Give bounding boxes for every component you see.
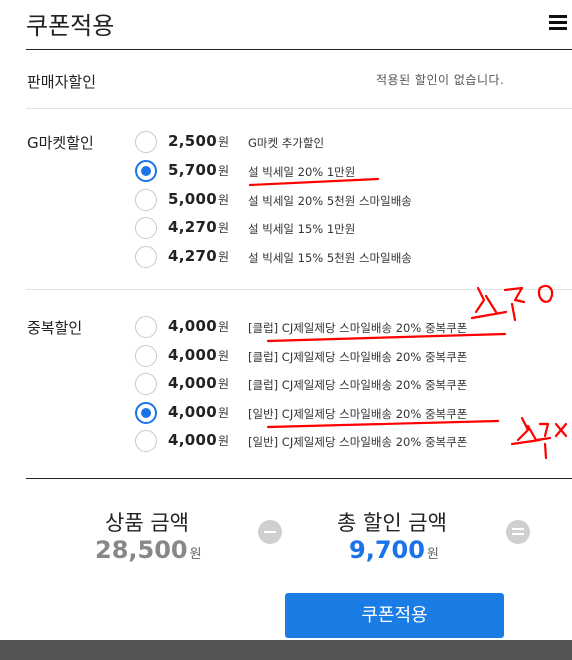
coupon-description: 설 빅세일 20% 5천원 스마일배송	[248, 194, 412, 208]
won-unit: 원	[217, 193, 230, 207]
duplicate-discount-label: 중복할인	[27, 319, 83, 337]
header-divider	[26, 49, 572, 50]
summary-divider	[26, 478, 572, 479]
coupon-amount-number: 4,270	[168, 218, 217, 236]
won-unit: 원	[217, 377, 230, 391]
coupon-amount-number: 5,000	[168, 190, 217, 208]
product-amount-number: 28,500	[95, 536, 188, 564]
hamburger-menu-icon[interactable]	[549, 15, 567, 31]
header: 쿠폰적용	[0, 0, 572, 50]
coupon-option[interactable]: 4,000원 [일반] CJ제일제당 스마일배송 20% 중복쿠폰	[135, 429, 565, 455]
radio-checked[interactable]	[135, 402, 157, 424]
coupon-amount: 4,270원	[168, 218, 229, 236]
scribble-mark	[503, 286, 526, 304]
coupon-amount-number: 5,700	[168, 161, 217, 179]
apply-coupon-button[interactable]: 쿠폰적용	[285, 593, 504, 638]
coupon-option[interactable]: 5,700원 설 빅세일 20% 1만원	[135, 159, 565, 185]
total-discount-label: 총 할인 금액	[337, 511, 447, 535]
coupon-description: G마켓 추가할인	[248, 136, 325, 150]
bottom-bar	[0, 640, 572, 660]
radio-unchecked[interactable]	[135, 316, 157, 338]
minus-circle-icon	[258, 520, 282, 544]
coupon-description: 설 빅세일 15% 5천원 스마일배송	[248, 251, 412, 265]
won-unit: 원	[217, 250, 230, 264]
won-unit: 원	[217, 320, 230, 334]
coupon-description: [클럽] CJ제일제당 스마일배송 20% 중복쿠폰	[248, 321, 468, 335]
coupon-amount: 4,000원	[168, 374, 229, 392]
coupon-amount: 2,500원	[168, 132, 229, 150]
won-unit: 원	[426, 547, 439, 562]
radio-unchecked[interactable]	[135, 430, 157, 452]
radio-checked[interactable]	[135, 160, 157, 182]
product-amount-label: 상품 금액	[105, 511, 189, 535]
coupon-option[interactable]: 4,000원 [클럽] CJ제일제당 스마일배송 20% 중복쿠폰	[135, 372, 565, 398]
coupon-amount-number: 4,000	[168, 346, 217, 364]
coupon-option[interactable]: 5,000원 설 빅세일 20% 5천원 스마일배송	[135, 188, 565, 214]
coupon-description: [클럽] CJ제일제당 스마일배송 20% 중복쿠폰	[248, 378, 468, 392]
won-unit: 원	[217, 164, 230, 178]
total-discount-value: 9,700 원	[349, 536, 439, 564]
won-unit: 원	[189, 547, 202, 562]
radio-unchecked[interactable]	[135, 246, 157, 268]
coupon-description: 설 빅세일 15% 1만원	[248, 222, 356, 236]
won-unit: 원	[217, 349, 230, 363]
radio-unchecked[interactable]	[135, 131, 157, 153]
coupon-option[interactable]: 4,000원 [클럽] CJ제일제당 스마일배송 20% 중복쿠폰	[135, 344, 565, 370]
coupon-option[interactable]: 4,000원 [클럽] CJ제일제당 스마일배송 20% 중복쿠폰	[135, 315, 565, 341]
won-unit: 원	[217, 221, 230, 235]
coupon-amount: 4,000원	[168, 431, 229, 449]
coupon-description: [클럽] CJ제일제당 스마일배송 20% 중복쿠폰	[248, 350, 468, 364]
coupon-amount: 4,000원	[168, 317, 229, 335]
equals-circle-icon	[506, 520, 530, 544]
coupon-amount-number: 2,500	[168, 132, 217, 150]
coupon-description: 설 빅세일 20% 1만원	[248, 165, 356, 179]
coupon-amount-number: 4,000	[168, 403, 217, 421]
coupon-amount-number: 4,000	[168, 374, 217, 392]
coupon-amount: 5,000원	[168, 190, 229, 208]
section-divider	[26, 289, 572, 290]
radio-unchecked[interactable]	[135, 189, 157, 211]
won-unit: 원	[217, 406, 230, 420]
seller-discount-status: 적용된 할인이 없습니다.	[376, 73, 505, 87]
scribble-mark	[474, 286, 498, 314]
page-title: 쿠폰적용	[26, 12, 115, 40]
coupon-description: [일반] CJ제일제당 스마일배송 20% 중복쿠폰	[248, 435, 468, 449]
seller-discount-label: 판매자할인	[27, 73, 97, 91]
won-unit: 원	[217, 434, 230, 448]
coupon-description: [일반] CJ제일제당 스마일배송 20% 중복쿠폰	[248, 407, 468, 421]
coupon-option[interactable]: 4,000원 [일반] CJ제일제당 스마일배송 20% 중복쿠폰	[135, 401, 565, 427]
coupon-amount: 4,000원	[168, 403, 229, 421]
radio-unchecked[interactable]	[135, 345, 157, 367]
coupon-option[interactable]: 2,500원 G마켓 추가할인	[135, 130, 565, 156]
coupon-amount-number: 4,270	[168, 247, 217, 265]
radio-unchecked[interactable]	[135, 217, 157, 239]
total-discount-number: 9,700	[349, 536, 425, 564]
product-amount-value: 28,500 원	[95, 536, 202, 564]
won-unit: 원	[217, 135, 230, 149]
coupon-amount: 4,000원	[168, 346, 229, 364]
section-divider	[26, 108, 572, 109]
coupon-option[interactable]: 4,270원 설 빅세일 15% 5천원 스마일배송	[135, 245, 565, 271]
coupon-amount-number: 4,000	[168, 317, 217, 335]
gmarket-discount-label: G마켓할인	[27, 134, 94, 152]
coupon-option[interactable]: 4,270원 설 빅세일 15% 1만원	[135, 216, 565, 242]
coupon-amount-number: 4,000	[168, 431, 217, 449]
radio-unchecked[interactable]	[135, 373, 157, 395]
coupon-amount: 4,270원	[168, 247, 229, 265]
coupon-amount: 5,700원	[168, 161, 229, 179]
